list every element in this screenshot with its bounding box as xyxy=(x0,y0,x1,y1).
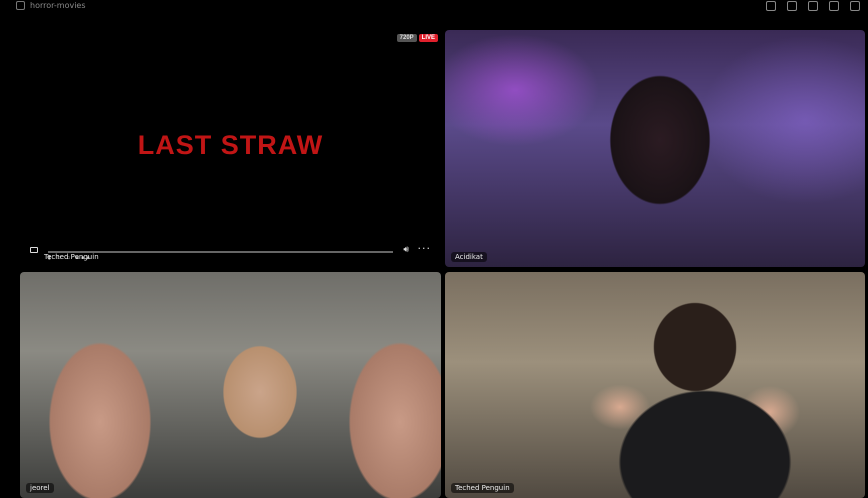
participant-nametag: jeorel xyxy=(26,483,54,493)
inbox-icon[interactable] xyxy=(829,1,839,11)
stream-title-art: LAST STRAW xyxy=(137,130,324,160)
participant-tile-acidikat[interactable]: Acidikat xyxy=(445,30,865,267)
channel-name: horror-movies xyxy=(30,1,86,10)
voice-channel-icon xyxy=(16,1,25,10)
more-options-icon[interactable]: ··· xyxy=(418,242,432,255)
stream-tile[interactable]: LAST STRAW 720P LIVE ▮ ▭ ▫ ▪▪▪ 🔊︎ ··· Te… xyxy=(20,30,441,267)
participant-tile-teched-penguin[interactable]: Teched Penguin xyxy=(445,272,865,498)
resolution-badge: 720P xyxy=(396,34,417,42)
top-toolbar xyxy=(766,1,860,11)
live-badge: LIVE xyxy=(418,34,438,42)
channel-header: horror-movies xyxy=(16,1,86,10)
screen-share-icon xyxy=(30,247,38,253)
participant-nametag: Teched Penguin xyxy=(451,483,514,493)
volume-icon[interactable]: 🔊︎ xyxy=(403,245,409,255)
popout-icon[interactable] xyxy=(808,1,818,11)
participant-nametag: Acidikat xyxy=(451,252,487,262)
participant-tile-jeorel[interactable]: jeorel xyxy=(20,272,441,498)
layout-icon[interactable] xyxy=(787,1,797,11)
fullscreen-icon[interactable] xyxy=(850,1,860,11)
streamer-nametag: Teched Penguin xyxy=(44,253,99,261)
stream-badges: 720P LIVE xyxy=(396,34,438,42)
grid-view-icon[interactable] xyxy=(766,1,776,11)
top-bar: horror-movies xyxy=(0,0,868,14)
